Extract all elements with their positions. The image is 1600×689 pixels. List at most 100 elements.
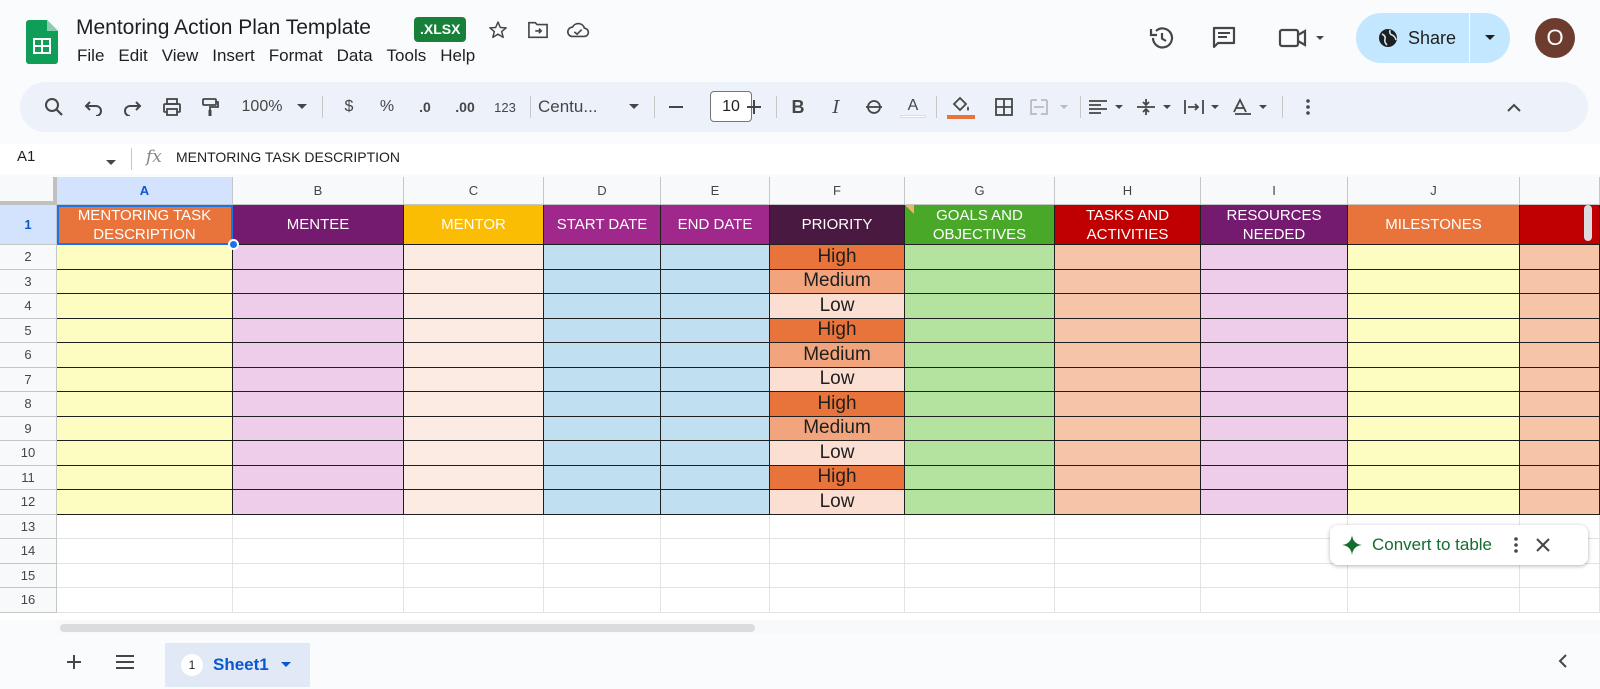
- empty-cell[interactable]: [770, 539, 905, 564]
- cloud-saved-icon[interactable]: [566, 18, 590, 42]
- convert-to-table-chip[interactable]: Convert to table: [1330, 525, 1588, 565]
- header-cell[interactable]: MILESTONES: [1348, 205, 1520, 245]
- data-cell[interactable]: [1520, 343, 1600, 368]
- data-cell[interactable]: [1348, 465, 1520, 490]
- data-cell[interactable]: [544, 318, 661, 343]
- empty-cell[interactable]: [404, 514, 544, 539]
- row-header[interactable]: 5: [0, 318, 57, 343]
- data-cell[interactable]: [1348, 441, 1520, 466]
- data-cell[interactable]: [233, 367, 404, 392]
- zoom-select[interactable]: 100%: [232, 82, 292, 132]
- header-cell[interactable]: MENTEE: [233, 205, 404, 245]
- data-cell[interactable]: [57, 392, 233, 417]
- data-cell[interactable]: [1520, 318, 1600, 343]
- star-icon[interactable]: [486, 18, 510, 42]
- empty-cell[interactable]: [233, 563, 404, 588]
- empty-cell[interactable]: [233, 539, 404, 564]
- formula-input[interactable]: MENTORING TASK DESCRIPTION: [176, 149, 400, 165]
- empty-cell[interactable]: [1201, 539, 1348, 564]
- data-cell[interactable]: [404, 294, 544, 319]
- header-cell[interactable]: PRIORITY: [770, 205, 905, 245]
- data-cell[interactable]: [1055, 465, 1201, 490]
- data-cell[interactable]: [233, 245, 404, 270]
- row-header[interactable]: 9: [0, 416, 57, 441]
- header-cell[interactable]: RESOURCES NEEDED: [1201, 205, 1348, 245]
- menu-format[interactable]: Format: [262, 46, 330, 66]
- data-cell[interactable]: [544, 343, 661, 368]
- data-cell[interactable]: [1055, 490, 1201, 515]
- column-header[interactable]: A: [57, 177, 233, 205]
- data-cell[interactable]: [233, 392, 404, 417]
- data-cell[interactable]: [1348, 318, 1520, 343]
- data-cell[interactable]: [233, 318, 404, 343]
- undo-icon[interactable]: [80, 82, 108, 132]
- menu-help[interactable]: Help: [433, 46, 482, 66]
- data-cell[interactable]: [404, 490, 544, 515]
- borders-icon[interactable]: [990, 82, 1018, 132]
- data-cell[interactable]: [57, 416, 233, 441]
- empty-cell[interactable]: [770, 588, 905, 613]
- version-history-icon[interactable]: [1146, 22, 1178, 54]
- convert-to-table-label[interactable]: Convert to table: [1372, 535, 1492, 555]
- empty-cell[interactable]: [905, 563, 1055, 588]
- sheet-menu-dropdown-icon[interactable]: [280, 662, 291, 668]
- move-folder-icon[interactable]: [526, 18, 550, 42]
- data-cell[interactable]: [1520, 367, 1600, 392]
- data-cell[interactable]: [1055, 392, 1201, 417]
- header-cell[interactable]: END DATE: [661, 205, 770, 245]
- priority-cell[interactable]: High: [770, 465, 905, 490]
- data-cell[interactable]: [1055, 318, 1201, 343]
- select-all-corner[interactable]: [0, 177, 57, 205]
- data-cell[interactable]: [1055, 245, 1201, 270]
- data-cell[interactable]: [1201, 490, 1348, 515]
- data-cell[interactable]: [233, 294, 404, 319]
- vertical-align-icon[interactable]: [1134, 82, 1178, 132]
- data-cell[interactable]: [905, 343, 1055, 368]
- column-header[interactable]: J: [1348, 177, 1520, 205]
- data-cell[interactable]: [905, 490, 1055, 515]
- chip-more-options-icon[interactable]: [1514, 537, 1518, 553]
- share-dropdown-icon[interactable]: [1470, 34, 1510, 42]
- data-cell[interactable]: [1348, 392, 1520, 417]
- strikethrough-icon[interactable]: [862, 82, 886, 132]
- data-cell[interactable]: [404, 343, 544, 368]
- data-cell[interactable]: [57, 465, 233, 490]
- empty-cell[interactable]: [57, 588, 233, 613]
- header-cell[interactable]: TASKS AND ACTIVITIES: [1055, 205, 1201, 245]
- fill-handle[interactable]: [228, 239, 239, 250]
- data-cell[interactable]: [905, 416, 1055, 441]
- empty-cell[interactable]: [770, 514, 905, 539]
- data-cell[interactable]: [57, 343, 233, 368]
- data-cell[interactable]: [1520, 269, 1600, 294]
- data-cell[interactable]: [1348, 294, 1520, 319]
- data-cell[interactable]: [233, 269, 404, 294]
- increase-decimal-button[interactable]: .00: [448, 82, 482, 132]
- row-header[interactable]: 10: [0, 441, 57, 466]
- redo-icon[interactable]: [118, 82, 146, 132]
- data-cell[interactable]: [544, 294, 661, 319]
- italic-button[interactable]: I: [824, 82, 848, 132]
- priority-cell[interactable]: Medium: [770, 343, 905, 368]
- data-cell[interactable]: [661, 269, 770, 294]
- data-cell[interactable]: [1201, 392, 1348, 417]
- menu-file[interactable]: File: [70, 46, 111, 66]
- empty-cell[interactable]: [1055, 539, 1201, 564]
- empty-cell[interactable]: [544, 563, 661, 588]
- percent-format-button[interactable]: %: [374, 82, 400, 132]
- empty-cell[interactable]: [661, 514, 770, 539]
- share-button[interactable]: Share: [1356, 13, 1510, 63]
- data-cell[interactable]: [544, 269, 661, 294]
- data-cell[interactable]: [1520, 245, 1600, 270]
- data-cell[interactable]: [661, 490, 770, 515]
- column-header[interactable]: I: [1201, 177, 1348, 205]
- column-header[interactable]: E: [661, 177, 770, 205]
- data-cell[interactable]: [1348, 245, 1520, 270]
- data-cell[interactable]: [661, 465, 770, 490]
- data-cell[interactable]: [57, 294, 233, 319]
- chip-close-icon[interactable]: [1536, 538, 1550, 552]
- data-cell[interactable]: [1348, 367, 1520, 392]
- data-cell[interactable]: [905, 465, 1055, 490]
- zoom-dropdown-icon[interactable]: [292, 82, 312, 132]
- empty-cell[interactable]: [1201, 563, 1348, 588]
- fill-color-icon[interactable]: [944, 82, 978, 132]
